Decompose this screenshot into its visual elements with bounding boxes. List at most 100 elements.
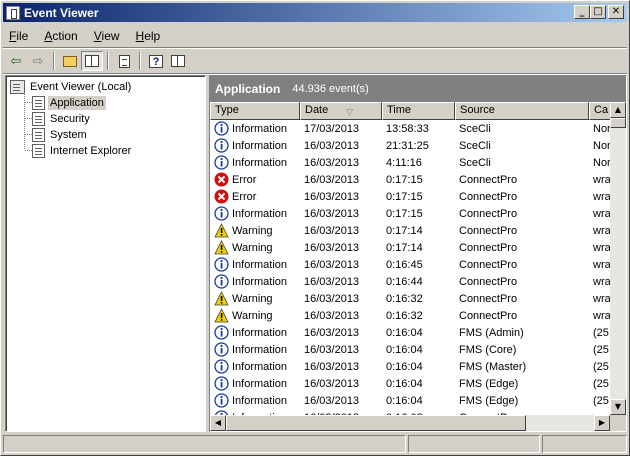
- vertical-scrollbar[interactable]: ▲ ▼: [610, 102, 626, 415]
- event-row[interactable]: Information 16/03/2013 0:16:45 ConnectPro wr…: [210, 256, 610, 273]
- toolbar-separator: [53, 52, 55, 70]
- information-icon: [214, 359, 229, 374]
- event-row[interactable]: Information 16/03/2013 4:11:16 SceCli Nor: [210, 154, 610, 171]
- back-button[interactable]: ⇦: [5, 51, 27, 71]
- event-time-cell: 0:16:32: [386, 309, 423, 322]
- event-row[interactable]: Warning 16/03/2013 0:17:14 ConnectPro wra: [210, 222, 610, 239]
- column-header-date[interactable]: Date ▽: [300, 102, 382, 120]
- event-row[interactable]: Information 16/03/2013 0:16:04 FMS (Master)…: [210, 358, 610, 375]
- event-time-cell: 0:16:04: [386, 343, 423, 356]
- event-row[interactable]: Error 16/03/2013 0:17:15 ConnectPro wra: [210, 188, 610, 205]
- properties-button[interactable]: [113, 51, 135, 71]
- event-category-cell: (25: [593, 360, 609, 373]
- event-type-cell: Warning: [210, 240, 300, 255]
- event-row[interactable]: Information 16/03/2013 0:16:04 FMS (Admin) (…: [210, 324, 610, 341]
- show-hide-tree-icon: [85, 55, 99, 67]
- event-type-label: Information: [232, 207, 288, 220]
- event-row[interactable]: Warning 16/03/2013 0:16:32 ConnectPro wra: [210, 307, 610, 324]
- event-row[interactable]: Information 16/03/2013 0:16:04 FMS (Edge) (2…: [210, 392, 610, 409]
- up-one-level-button[interactable]: [59, 51, 81, 71]
- column-header-time[interactable]: Time: [382, 102, 455, 120]
- event-time-cell: 0:17:15: [386, 207, 423, 220]
- tree-root-event-viewer[interactable]: Event Viewer (Local): [10, 79, 133, 95]
- scroll-right-button[interactable]: ▶: [594, 415, 610, 431]
- event-type-label: Information: [232, 122, 288, 135]
- event-rows: Information 17/03/2013 13:58:33 SceCli Nor In…: [210, 120, 610, 416]
- event-category-cell: wra: [593, 275, 610, 288]
- event-row[interactable]: Information 16/03/2013 0:16:04 FMS (Core) (2…: [210, 341, 610, 358]
- event-source-cell: ConnectPro: [459, 258, 518, 271]
- event-source-cell: ConnectPro: [459, 173, 518, 186]
- tree-item-security[interactable]: Security: [32, 111, 92, 127]
- tree-item-internet-explorer[interactable]: Internet Explorer: [32, 143, 133, 159]
- event-type-cell: Information: [210, 206, 300, 221]
- event-type-label: Information: [232, 326, 288, 339]
- event-source-cell: SceCli: [459, 122, 491, 135]
- horizontal-scroll-thumb[interactable]: [226, 415, 526, 431]
- event-type-cell: Information: [210, 376, 300, 391]
- event-source-cell: FMS (Admin): [459, 326, 524, 339]
- status-panel-3: [542, 435, 627, 453]
- export-list-button[interactable]: [167, 51, 189, 71]
- information-icon: [214, 274, 229, 289]
- event-category-cell: Nor: [593, 122, 610, 135]
- event-source-cell: ConnectPro: [459, 309, 518, 322]
- tree-item-label: Security: [50, 113, 90, 125]
- event-row[interactable]: Warning 16/03/2013 0:17:14 ConnectPro wra: [210, 239, 610, 256]
- tree-item-application[interactable]: Application: [32, 95, 106, 111]
- event-viewer-app-icon[interactable]: [6, 5, 20, 20]
- help-button[interactable]: ?: [145, 51, 167, 71]
- menu-action[interactable]: Action: [38, 27, 83, 45]
- event-source-cell: SceCli: [459, 156, 491, 169]
- event-row[interactable]: Information 16/03/2013 0:17:15 ConnectPro wr…: [210, 205, 610, 222]
- menu-file[interactable]: File: [3, 27, 34, 45]
- title-bar[interactable]: Event Viewer _ □ ✕: [3, 3, 627, 22]
- event-time-cell: 0:17:14: [386, 241, 423, 254]
- forward-button[interactable]: ⇨: [27, 51, 49, 71]
- event-date-cell: 16/03/2013: [304, 173, 360, 186]
- event-type-label: Error: [232, 173, 257, 186]
- menu-help[interactable]: Help: [130, 27, 167, 45]
- event-date-cell: 16/03/2013: [304, 224, 360, 237]
- column-headers: Type Date ▽ Time Source Ca: [210, 102, 610, 120]
- scroll-left-button[interactable]: ◀: [210, 415, 226, 431]
- minimize-button[interactable]: _: [574, 5, 590, 19]
- event-category-cell: Nor: [593, 139, 610, 152]
- maximize-button[interactable]: □: [590, 5, 606, 19]
- column-header-source[interactable]: Source: [455, 102, 589, 120]
- event-row[interactable]: Information 17/03/2013 13:58:33 SceCli Nor: [210, 120, 610, 137]
- close-button[interactable]: ✕: [608, 5, 624, 19]
- event-row[interactable]: Information 16/03/2013 0:16:44 ConnectPro wr…: [210, 273, 610, 290]
- scroll-down-button[interactable]: ▼: [610, 399, 626, 415]
- information-icon: [214, 121, 229, 136]
- event-time-cell: 0:17:15: [386, 190, 423, 203]
- vertical-scroll-thumb[interactable]: [610, 118, 626, 128]
- show-hide-console-tree-button[interactable]: [81, 51, 103, 71]
- event-list[interactable]: Type Date ▽ Time Source Ca Information 17…: [210, 102, 626, 431]
- tree-connector: [25, 150, 32, 151]
- menu-view[interactable]: View: [88, 27, 126, 45]
- tree-item-system[interactable]: System: [32, 127, 89, 143]
- event-type-cell: Warning: [210, 291, 300, 306]
- forward-arrow-icon: ⇨: [32, 53, 44, 69]
- horizontal-scrollbar[interactable]: ◀ ▶: [210, 415, 610, 431]
- toolbar-separator: [107, 52, 109, 70]
- event-type-label: Information: [232, 394, 288, 407]
- scroll-up-button[interactable]: ▲: [610, 102, 626, 118]
- column-header-type[interactable]: Type: [210, 102, 300, 120]
- event-time-cell: 0:17:14: [386, 224, 423, 237]
- column-header-category[interactable]: Ca: [589, 102, 610, 120]
- event-type-cell: Information: [210, 138, 300, 153]
- event-row[interactable]: Error 16/03/2013 0:17:15 ConnectPro wra: [210, 171, 610, 188]
- event-type-label: Warning: [232, 292, 273, 305]
- console-tree[interactable]: Event Viewer (Local) Application Securit…: [5, 75, 206, 432]
- tree-item-label: System: [50, 129, 87, 141]
- scrollbar-corner: [610, 415, 626, 431]
- event-row[interactable]: Information 16/03/2013 0:16:04 FMS (Edge) (2…: [210, 375, 610, 392]
- event-time-cell: 4:11:16: [386, 156, 422, 169]
- event-category-cell: (25: [593, 377, 609, 390]
- event-source-cell: ConnectPro: [459, 207, 518, 220]
- tree-connector: [25, 134, 32, 135]
- event-row[interactable]: Information 16/03/2013 21:31:25 SceCli Nor: [210, 137, 610, 154]
- event-row[interactable]: Warning 16/03/2013 0:16:32 ConnectPro wra: [210, 290, 610, 307]
